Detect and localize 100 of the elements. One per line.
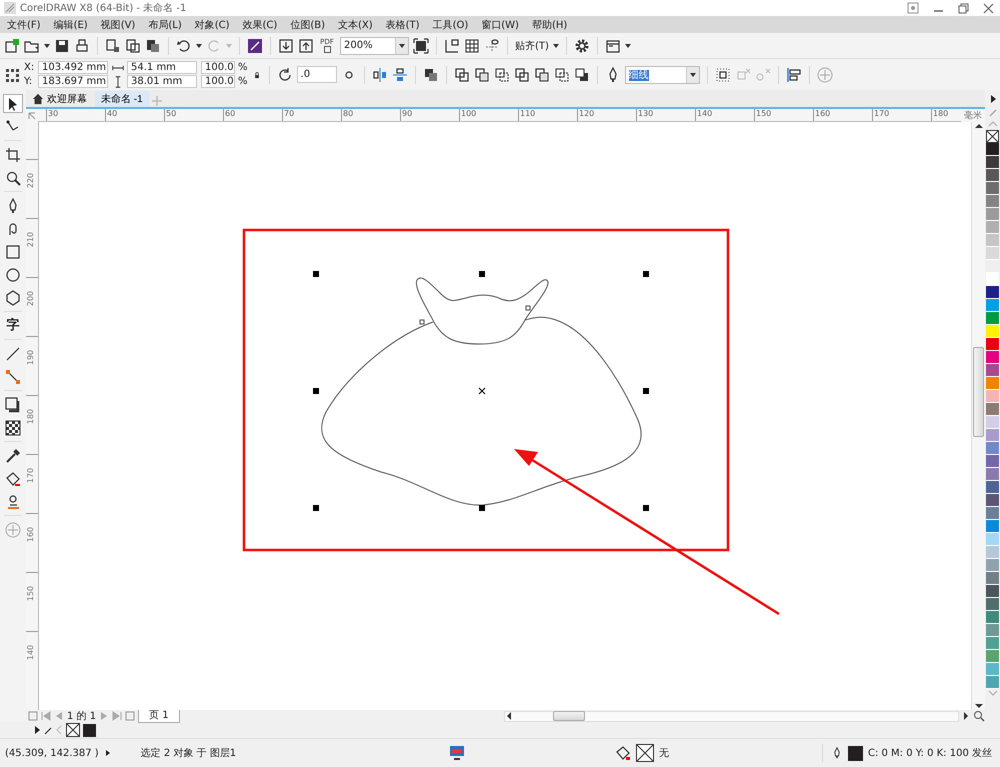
mirror-horizontal-icon[interactable] [372, 66, 388, 82]
print-icon[interactable] [74, 38, 90, 54]
color-swatch[interactable] [986, 429, 999, 442]
scroll-left-icon[interactable] [505, 711, 513, 721]
color-swatch[interactable] [986, 273, 999, 286]
color-swatch[interactable] [986, 299, 999, 312]
snap-menu[interactable]: 贴齐(T) [515, 38, 549, 52]
color-swatch[interactable] [986, 143, 999, 156]
palette-menu-icon[interactable] [34, 725, 41, 735]
polygon-icon[interactable] [5, 290, 21, 306]
shaping-icon[interactable] [554, 66, 570, 82]
new-document-icon[interactable] [4, 38, 20, 54]
fill-bucket-icon[interactable] [5, 470, 21, 486]
settings-icon[interactable] [574, 38, 590, 54]
window-icon[interactable] [604, 38, 621, 54]
color-swatch[interactable] [986, 481, 999, 494]
color-swatch[interactable] [986, 247, 999, 260]
no-color-swatch[interactable] [66, 723, 80, 737]
color-swatch[interactable] [986, 624, 999, 637]
menu-item[interactable]: 窗口(W) [481, 18, 519, 32]
color-swatch[interactable] [986, 338, 999, 351]
palette-menu-icon[interactable] [988, 94, 996, 104]
color-swatch[interactable] [986, 182, 999, 195]
x-position-field[interactable]: 103.492 mm [38, 61, 108, 74]
selection-handle[interactable] [313, 271, 319, 277]
color-swatch[interactable] [986, 169, 999, 182]
color-swatch[interactable] [986, 377, 999, 390]
grid-icon[interactable] [464, 38, 480, 54]
menu-item[interactable]: 位图(B) [290, 18, 325, 32]
rectangle-icon[interactable] [5, 244, 21, 260]
color-swatch[interactable] [986, 611, 999, 624]
smart-fill-icon[interactable] [5, 494, 21, 510]
color-swatch[interactable] [986, 650, 999, 663]
paste-icon[interactable] [145, 38, 161, 54]
width-field[interactable]: 54.1 mm [127, 61, 197, 74]
color-swatch[interactable] [986, 468, 999, 481]
page-tab[interactable]: 页 1 [138, 710, 180, 722]
export-icon[interactable] [298, 38, 314, 54]
color-swatch[interactable] [986, 364, 999, 377]
color-swatch[interactable] [986, 208, 999, 221]
color-swatch[interactable] [986, 676, 999, 689]
selection-handle[interactable] [479, 271, 485, 277]
scale-x-field[interactable]: 100.0 [201, 61, 235, 74]
drop-shadow-icon[interactable] [5, 396, 21, 412]
selection-handle[interactable] [313, 388, 319, 394]
group-icon[interactable] [714, 66, 731, 82]
selection-handle[interactable] [313, 505, 319, 511]
shaping-icon[interactable] [574, 66, 590, 82]
shaping-icon[interactable] [474, 66, 490, 82]
zoom-icon[interactable] [973, 710, 985, 722]
selection-handle[interactable] [643, 505, 649, 511]
undo-icon[interactable] [176, 38, 192, 54]
color-swatch[interactable] [986, 156, 999, 169]
ellipse-icon[interactable] [5, 266, 21, 282]
color-swatch[interactable] [986, 325, 999, 338]
caret-icon[interactable] [624, 44, 631, 48]
color-swatch[interactable] [986, 585, 999, 598]
shaping-icon[interactable] [494, 66, 510, 82]
color-swatch[interactable] [986, 390, 999, 403]
color-swatch[interactable] [986, 403, 999, 416]
color-swatch[interactable] [986, 663, 999, 676]
crop-icon[interactable] [5, 146, 21, 162]
copy-icon[interactable] [125, 38, 141, 54]
connector-icon[interactable] [5, 368, 21, 384]
menu-item[interactable]: 视图(V) [100, 18, 136, 32]
menu-item[interactable]: 编辑(E) [54, 18, 88, 32]
color-swatch[interactable] [986, 507, 999, 520]
menu-item[interactable]: 文本(X) [338, 18, 373, 32]
menu-item[interactable]: 工具(O) [432, 18, 468, 32]
color-swatch[interactable] [986, 442, 999, 455]
color-swatch[interactable] [986, 494, 999, 507]
checkerboard-icon[interactable] [5, 420, 21, 436]
align-icon[interactable] [786, 66, 802, 82]
menu-item[interactable]: 效果(C) [242, 18, 278, 32]
shaping-icon[interactable] [534, 66, 550, 82]
save-icon[interactable] [54, 38, 70, 54]
menu-item[interactable]: 对象(C) [194, 18, 230, 32]
fullscreen-icon[interactable] [413, 38, 429, 54]
selection-handle[interactable] [643, 271, 649, 277]
selection-handle[interactable] [643, 388, 649, 394]
rotation-field[interactable]: .0 [296, 66, 337, 83]
caret-icon[interactable] [44, 44, 50, 48]
origin-grid-icon[interactable] [4, 66, 20, 82]
line-icon[interactable] [5, 346, 21, 362]
document-tab[interactable]: 欢迎屏幕 [26, 91, 93, 107]
restore-icon[interactable] [958, 2, 969, 14]
document-icon[interactable] [105, 38, 121, 54]
zoom-icon[interactable] [5, 170, 21, 186]
shaping-icon[interactable] [454, 66, 470, 82]
selection-handle[interactable] [479, 505, 485, 511]
text-tool[interactable]: 字 [6, 316, 20, 335]
vertical-scroll-thumb[interactable] [973, 347, 984, 437]
color-swatch[interactable] [986, 637, 999, 650]
color-swatch[interactable] [986, 312, 999, 325]
outline-width-combo[interactable]: 细线 [624, 66, 700, 84]
height-field[interactable]: 38.01 mm [127, 75, 197, 88]
color-swatch[interactable] [986, 351, 999, 364]
color-swatch[interactable] [986, 455, 999, 468]
color-swatch[interactable] [986, 221, 999, 234]
eyedropper-icon[interactable] [5, 448, 21, 464]
